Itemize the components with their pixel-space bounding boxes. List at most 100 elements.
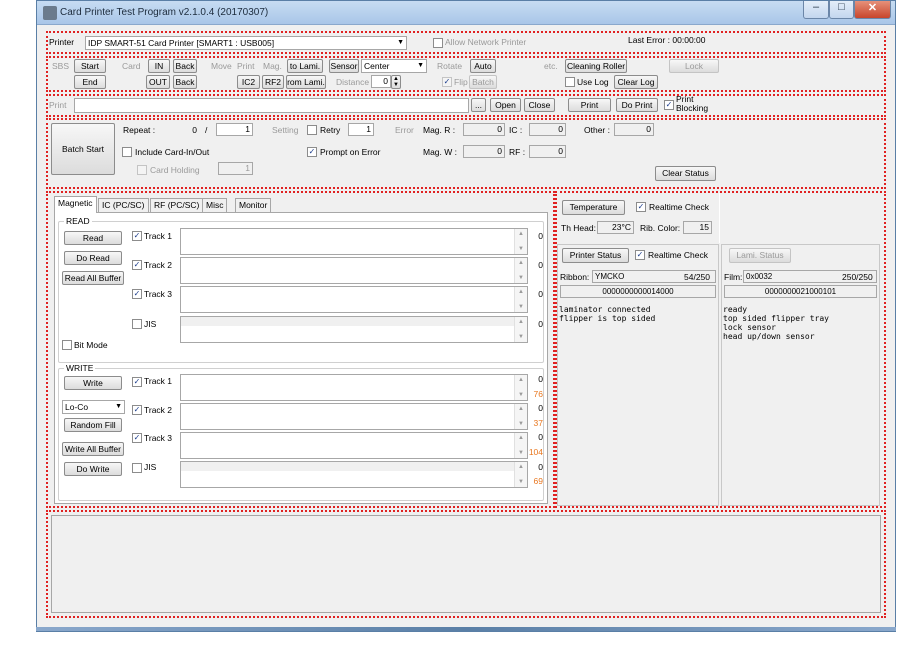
to-lami-button[interactable]: to Lami. — [287, 59, 323, 73]
write-track3-checkbox[interactable]: ✓ — [132, 433, 142, 443]
scrollbar[interactable]: ▲ ▼ — [514, 317, 527, 342]
repeat-total-input[interactable]: 1 — [216, 123, 253, 136]
log-output[interactable] — [51, 515, 881, 613]
minimize-button[interactable]: – — [803, 1, 829, 19]
bit-mode-label: Bit Mode — [74, 340, 108, 350]
write-track1-checkbox[interactable]: ✓ — [132, 377, 142, 387]
rf-error-label: RF : — [509, 147, 526, 157]
bit-mode-checkbox[interactable] — [62, 340, 72, 350]
prompt-on-error-checkbox[interactable]: ✓ — [307, 147, 317, 157]
write-jis-checkbox[interactable] — [132, 463, 142, 473]
read-track2-checkbox[interactable]: ✓ — [132, 260, 142, 270]
scrollbar[interactable]: ▲ ▼ — [514, 229, 527, 254]
do-print-button[interactable]: Do Print — [616, 98, 658, 112]
card-holding-checkbox[interactable] — [137, 165, 147, 175]
ic-error-label: IC : — [509, 125, 523, 135]
coercivity-select[interactable]: Lo-Co ▼ — [62, 400, 125, 414]
close-file-button[interactable]: Close — [524, 98, 555, 112]
realtime-check-temp-label: Realtime Check — [649, 202, 709, 212]
read-track2-label: Track 2 — [144, 260, 173, 270]
write-track2-max: 37 — [533, 418, 543, 428]
allow-network-checkbox[interactable] — [433, 38, 443, 48]
retry-checkbox[interactable] — [307, 125, 317, 135]
lami-status-button[interactable]: Lami. Status — [729, 248, 791, 263]
batch-button[interactable]: Batch — [469, 75, 497, 89]
coercivity-value: Lo-Co — [65, 402, 89, 412]
rf2-button[interactable]: RF2 — [262, 75, 284, 89]
read-track3-checkbox[interactable]: ✓ — [132, 289, 142, 299]
retry-input[interactable]: 1 — [348, 123, 374, 136]
print-row: Print ... Open Close Print Do Print ✓ Pr… — [46, 94, 886, 117]
prompt-on-error-label: Prompt on Error — [320, 147, 381, 157]
temperature-button[interactable]: Temperature — [562, 200, 625, 215]
card-out-button[interactable]: OUT — [146, 75, 170, 89]
realtime-check-printer-checkbox[interactable]: ✓ — [635, 250, 645, 260]
batch-panel: Batch Start Repeat : 0 / 1 Include Card-… — [46, 118, 886, 189]
do-write-button[interactable]: Do Write — [64, 462, 122, 476]
clear-log-button[interactable]: Clear Log — [614, 75, 658, 89]
print-file-input[interactable] — [74, 98, 469, 113]
print-blocking-checkbox[interactable]: ✓ — [664, 100, 674, 110]
clear-status-button[interactable]: Clear Status — [655, 166, 716, 181]
browse-button[interactable]: ... — [471, 98, 486, 112]
sensor-position-value: Center — [364, 61, 390, 71]
write-all-buffer-button[interactable]: Write All Buffer — [62, 442, 124, 456]
tab-monitor[interactable]: Monitor — [235, 198, 272, 213]
write-track2-checkbox[interactable]: ✓ — [132, 405, 142, 415]
flip-checkbox[interactable]: ✓ — [442, 77, 452, 87]
distance-spinner[interactable]: ▲ ▼ — [391, 75, 401, 89]
sbs-start-button[interactable]: Start — [74, 59, 106, 73]
maximize-button[interactable]: □ — [829, 1, 854, 19]
scrollbar[interactable]: ▲ ▼ — [514, 287, 527, 312]
do-read-button[interactable]: Do Read — [64, 251, 122, 265]
rotate-label: Rotate — [437, 61, 463, 71]
tab-ic-pcsc[interactable]: IC (PC/SC) — [98, 198, 149, 213]
read-track2-text[interactable]: ▲ ▼ — [180, 257, 528, 284]
read-track1-text[interactable]: ▲ ▼ — [180, 228, 528, 255]
random-fill-button[interactable]: Random Fill — [64, 418, 122, 432]
scrollbar[interactable]: ▲ ▼ — [514, 258, 527, 283]
realtime-check-temp-checkbox[interactable]: ✓ — [636, 202, 646, 212]
card-back-button-1[interactable]: Back — [173, 59, 197, 73]
open-button[interactable]: Open — [490, 98, 521, 112]
write-track2-text[interactable]: ▲ ▼ — [180, 403, 528, 430]
repeat-separator: / — [205, 125, 208, 135]
printer-select[interactable]: IDP SMART-51 Card Printer [SMART1 : USB0… — [85, 36, 407, 50]
card-holding-input[interactable]: 1 — [218, 162, 253, 175]
write-track3-text[interactable]: ▲ ▼ — [180, 432, 528, 459]
chevron-down-icon: ▼ — [115, 403, 122, 410]
use-log-checkbox[interactable] — [565, 77, 575, 87]
sensor-position-select[interactable]: Center ▼ — [361, 59, 427, 73]
read-all-buffer-button[interactable]: Read All Buffer — [62, 271, 124, 285]
from-lami-button[interactable]: rom Lami. — [286, 75, 326, 89]
rotate-auto-button[interactable]: Auto — [470, 59, 496, 73]
close-button[interactable]: ✕ — [854, 1, 891, 19]
read-jis-checkbox[interactable] — [132, 319, 142, 329]
lock-button[interactable]: Lock — [669, 59, 719, 73]
lami-status-group: Lami. Status Film: 0x0032 250/250 000000… — [721, 244, 880, 506]
printer-status-button[interactable]: Printer Status — [562, 248, 629, 263]
read-button[interactable]: Read — [64, 231, 122, 245]
write-jis-text[interactable]: ▲ ▼ — [180, 461, 528, 488]
card-back-button-2[interactable]: Back — [173, 75, 197, 89]
print-button[interactable]: Print — [568, 98, 611, 112]
ic2-button[interactable]: IC2 — [237, 75, 260, 89]
cleaning-roller-button[interactable]: Cleaning Roller — [565, 59, 627, 73]
write-track1-max: 76 — [533, 389, 543, 399]
tab-magnetic[interactable]: Magnetic — [54, 196, 97, 213]
sbs-end-button[interactable]: End — [74, 75, 106, 89]
tab-rf-pcsc[interactable]: RF (PC/SC) — [150, 198, 204, 213]
batch-start-button[interactable]: Batch Start — [51, 123, 115, 175]
card-in-button[interactable]: IN — [148, 59, 170, 73]
title-bar: Card Printer Test Program v2.1.0.4 (2017… — [37, 1, 895, 25]
read-jis-text[interactable]: ▲ ▼ — [180, 316, 528, 343]
read-track3-text[interactable]: ▲ ▼ — [180, 286, 528, 313]
write-button[interactable]: Write — [64, 376, 122, 390]
tab-misc[interactable]: Misc — [202, 198, 228, 213]
distance-input[interactable]: 0 — [371, 75, 391, 88]
write-track1-text[interactable]: ▲ ▼ — [180, 374, 528, 401]
include-card-checkbox[interactable] — [122, 147, 132, 157]
sensor-button[interactable]: Sensor — [329, 59, 359, 73]
read-track1-checkbox[interactable]: ✓ — [132, 231, 142, 241]
write-track3-count: 0 — [538, 432, 543, 442]
